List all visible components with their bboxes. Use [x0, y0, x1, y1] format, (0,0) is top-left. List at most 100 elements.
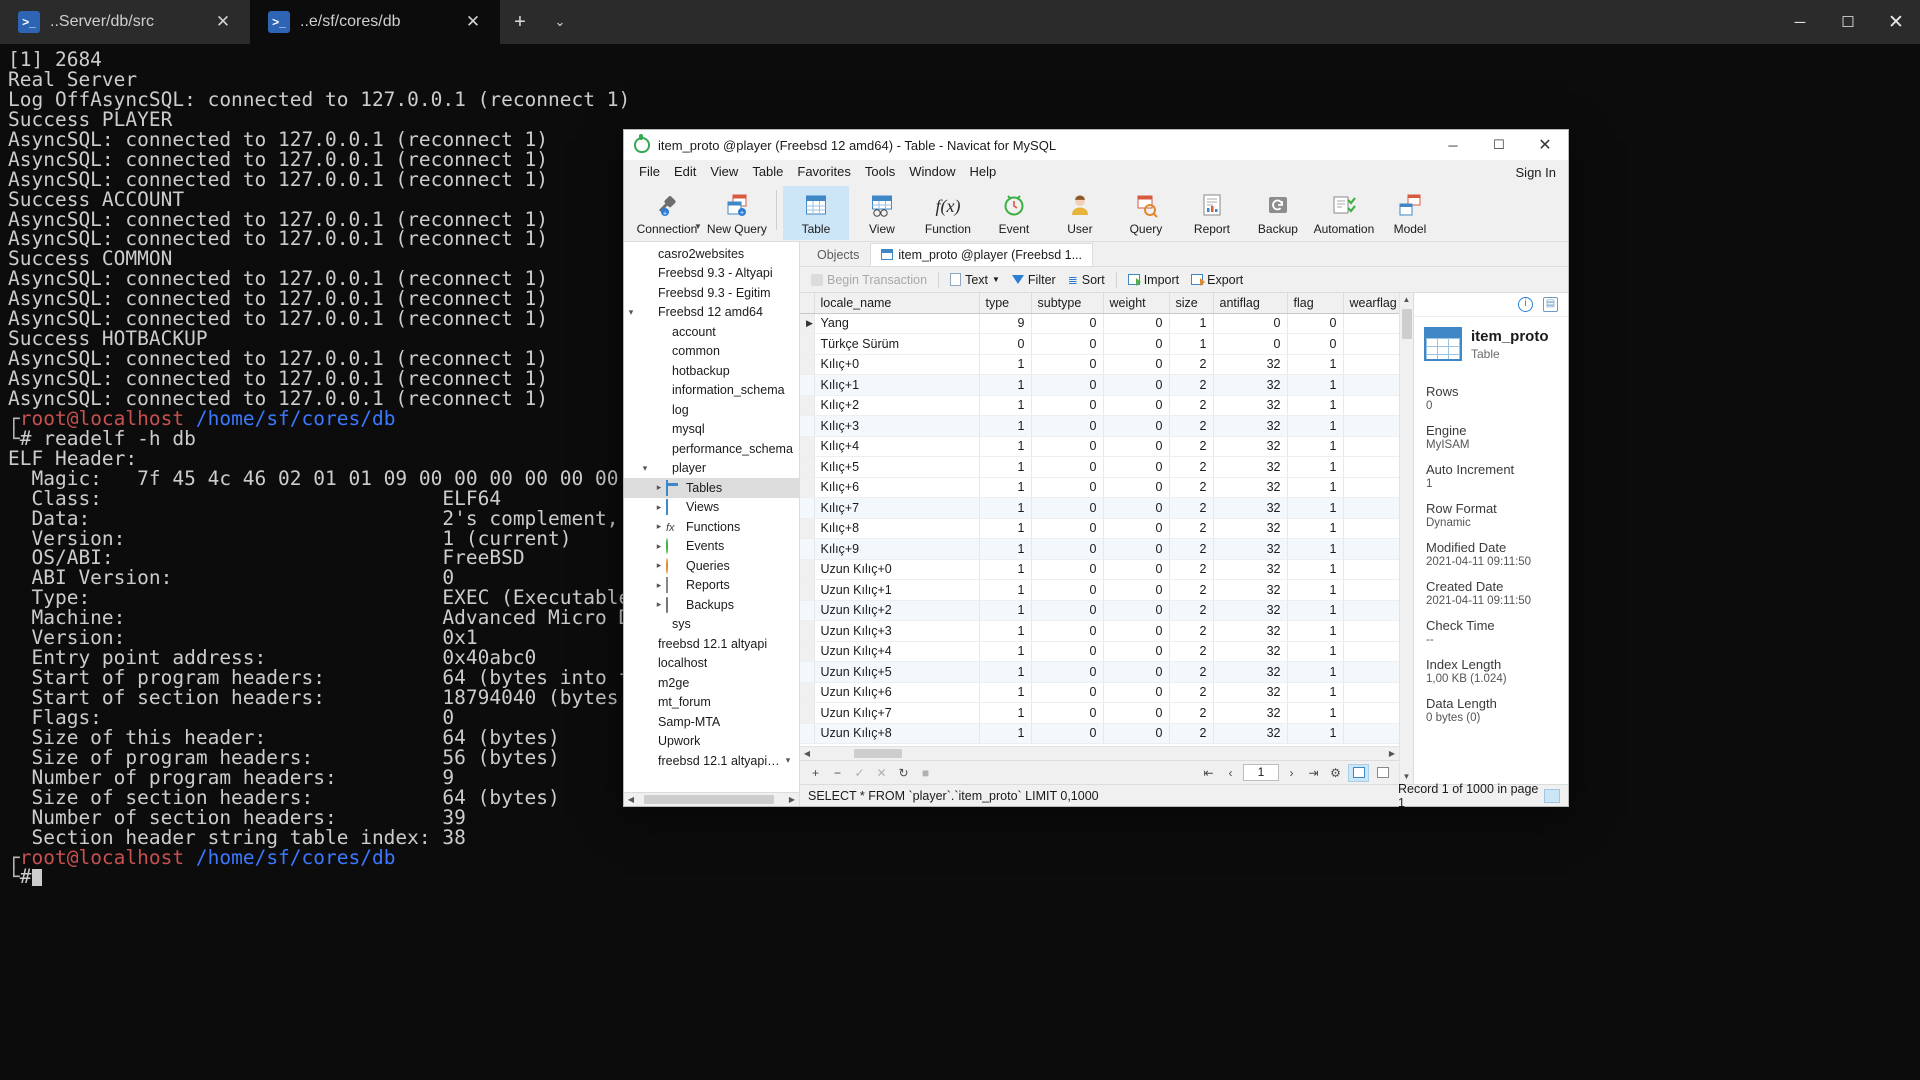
grid-horizontal-scrollbar[interactable]: ◀ ▶ — [800, 746, 1399, 760]
menu-item-favorites[interactable]: Favorites — [790, 160, 857, 184]
cell-subtype[interactable]: 0 — [1031, 641, 1103, 662]
cell-flag[interactable]: 1 — [1287, 682, 1343, 703]
cell-locale_name[interactable]: Uzun Kılıç+7 — [814, 703, 979, 724]
maximize-button[interactable]: ☐ — [1476, 130, 1522, 160]
form-view-button[interactable] — [1372, 764, 1393, 782]
cell-type[interactable]: 1 — [979, 641, 1031, 662]
cell-locale_name[interactable]: Uzun Kılıç+5 — [814, 662, 979, 683]
table-row[interactable]: Kılıç+9100232116 — [800, 539, 1399, 560]
add-record-button[interactable]: + — [806, 764, 825, 782]
table-row[interactable]: Uzun Kılıç+4100232116 — [800, 641, 1399, 662]
cell-weight[interactable]: 0 — [1103, 539, 1169, 560]
cell-antiflag[interactable]: 32 — [1213, 703, 1287, 724]
cell-wearflag[interactable]: 16 — [1343, 477, 1399, 498]
cell-flag[interactable]: 1 — [1287, 703, 1343, 724]
tree-item-information-schema[interactable]: information_schema — [624, 381, 799, 401]
toolbar-button-view[interactable]: View — [849, 186, 915, 240]
table-row[interactable]: Türkçe Sürüm0001000 — [800, 334, 1399, 355]
tree-item-views[interactable]: ▸Views — [624, 498, 799, 518]
column-header-locale_name[interactable]: locale_name — [814, 293, 979, 313]
cell-size[interactable]: 1 — [1169, 334, 1213, 355]
column-header-weight[interactable]: weight — [1103, 293, 1169, 313]
close-button[interactable]: ✕ — [1522, 130, 1568, 160]
cell-antiflag[interactable]: 32 — [1213, 518, 1287, 539]
tree-item-localhost[interactable]: localhost — [624, 654, 799, 674]
cell-flag[interactable]: 1 — [1287, 416, 1343, 437]
maximize-button[interactable]: ☐ — [1824, 0, 1872, 44]
cell-locale_name[interactable]: Uzun Kılıç+2 — [814, 600, 979, 621]
cell-size[interactable]: 1 — [1169, 313, 1213, 334]
cell-size[interactable]: 2 — [1169, 621, 1213, 642]
connection-tree[interactable]: casro2websitesFreebsd 9.3 - AltyapiFreeb… — [624, 242, 799, 792]
cell-size[interactable]: 2 — [1169, 457, 1213, 478]
chevron-right-icon[interactable]: ▸ — [652, 502, 666, 513]
cell-antiflag[interactable]: 32 — [1213, 477, 1287, 498]
cell-subtype[interactable]: 0 — [1031, 600, 1103, 621]
cell-weight[interactable]: 0 — [1103, 334, 1169, 355]
grid-scroll-area[interactable]: locale_nametypesubtypeweightsizeantiflag… — [800, 293, 1399, 746]
gear-icon[interactable]: ⚙ — [1326, 764, 1345, 782]
info-icon[interactable]: i — [1518, 297, 1533, 312]
scroll-thumb[interactable] — [644, 795, 774, 804]
data-table[interactable]: locale_nametypesubtypeweightsizeantiflag… — [800, 293, 1399, 744]
cell-wearflag[interactable]: 16 — [1343, 559, 1399, 580]
scroll-right-icon[interactable]: ▶ — [785, 795, 799, 804]
table-row[interactable]: Uzun Kılıç+7100232116 — [800, 703, 1399, 724]
table-row[interactable]: Kılıç+7100232116 — [800, 498, 1399, 519]
cell-type[interactable]: 1 — [979, 518, 1031, 539]
tree-item-queries[interactable]: ▸Queries — [624, 556, 799, 576]
cell-locale_name[interactable]: Uzun Kılıç+0 — [814, 559, 979, 580]
tree-item-performance-schema[interactable]: performance_schema — [624, 439, 799, 459]
table-row[interactable]: Uzun Kılıç+0100232116 — [800, 559, 1399, 580]
cell-type[interactable]: 1 — [979, 477, 1031, 498]
cell-locale_name[interactable]: Kılıç+7 — [814, 498, 979, 519]
tree-item-reports[interactable]: ▸Reports — [624, 576, 799, 596]
text-button[interactable]: Text ▼ — [947, 273, 1003, 287]
cell-subtype[interactable]: 0 — [1031, 682, 1103, 703]
cell-flag[interactable]: 0 — [1287, 313, 1343, 334]
cell-size[interactable]: 2 — [1169, 498, 1213, 519]
scroll-left-icon[interactable]: ◀ — [624, 795, 638, 804]
cell-antiflag[interactable]: 0 — [1213, 313, 1287, 334]
cell-antiflag[interactable]: 32 — [1213, 580, 1287, 601]
cell-antiflag[interactable]: 32 — [1213, 416, 1287, 437]
scroll-up-icon[interactable]: ▲ — [1400, 293, 1414, 307]
cell-weight[interactable]: 0 — [1103, 703, 1169, 724]
cell-weight[interactable]: 0 — [1103, 600, 1169, 621]
table-row[interactable]: Uzun Kılıç+1100232116 — [800, 580, 1399, 601]
scroll-left-icon[interactable]: ◀ — [800, 749, 814, 758]
cell-locale_name[interactable]: Uzun Kılıç+1 — [814, 580, 979, 601]
toolbar-button-report[interactable]: Report — [1179, 186, 1245, 240]
page-number-input[interactable]: 1 — [1243, 764, 1279, 781]
scroll-right-icon[interactable]: ▶ — [1385, 749, 1399, 758]
cell-antiflag[interactable]: 32 — [1213, 682, 1287, 703]
cell-weight[interactable]: 0 — [1103, 621, 1169, 642]
cell-subtype[interactable]: 0 — [1031, 436, 1103, 457]
details-icon[interactable]: ▤ — [1543, 297, 1558, 312]
cell-wearflag[interactable]: 16 — [1343, 641, 1399, 662]
cell-size[interactable]: 2 — [1169, 518, 1213, 539]
column-header-wearflag[interactable]: wearflag — [1343, 293, 1399, 313]
cell-antiflag[interactable]: 32 — [1213, 395, 1287, 416]
menu-item-edit[interactable]: Edit — [667, 160, 703, 184]
chevron-right-icon[interactable]: ▸ — [652, 541, 666, 552]
tree-item-events[interactable]: ▸Events — [624, 537, 799, 557]
column-header-type[interactable]: type — [979, 293, 1031, 313]
cell-locale_name[interactable]: Uzun Kılıç+3 — [814, 621, 979, 642]
cell-antiflag[interactable]: 32 — [1213, 559, 1287, 580]
new-tab-button[interactable]: + — [500, 0, 540, 44]
cell-antiflag[interactable]: 32 — [1213, 662, 1287, 683]
tree-item-m2ge[interactable]: m2ge — [624, 673, 799, 693]
menu-item-table[interactable]: Table — [745, 160, 790, 184]
grid-view-button[interactable] — [1348, 764, 1369, 782]
table-row[interactable]: ▶Yang9001000 — [800, 313, 1399, 334]
tab-objects[interactable]: Objects — [806, 243, 870, 266]
cell-antiflag[interactable]: 32 — [1213, 641, 1287, 662]
chevron-down-icon[interactable]: ⌄ — [540, 0, 580, 44]
cell-size[interactable]: 2 — [1169, 723, 1213, 744]
tree-item-player[interactable]: ▾player — [624, 459, 799, 479]
chevron-right-icon[interactable]: ▸ — [652, 521, 666, 532]
cell-type[interactable]: 1 — [979, 436, 1031, 457]
cell-subtype[interactable]: 0 — [1031, 662, 1103, 683]
close-icon[interactable]: ✕ — [460, 9, 486, 35]
